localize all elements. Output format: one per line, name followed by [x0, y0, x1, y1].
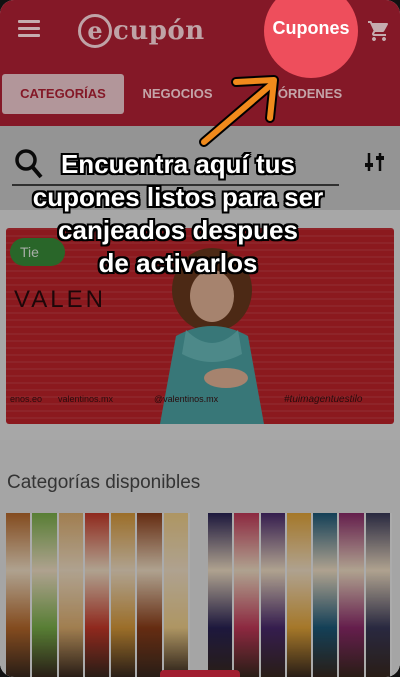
tutorial-arrow-icon	[199, 75, 279, 147]
tutorial-tooltip: Encuentra aquí tus cupones listos para s…	[0, 148, 356, 280]
category-strip	[365, 513, 392, 677]
banner-handle-1: enos.eo	[10, 394, 43, 404]
banner-handle-2: valentinos.mx	[58, 394, 114, 404]
category-strip	[286, 513, 314, 677]
category-strip	[32, 513, 59, 677]
category-strip	[208, 513, 235, 677]
banner-hashtag: #tuimagentuestilo	[284, 394, 363, 405]
app-logo: e cupón	[78, 12, 205, 50]
category-strip	[137, 513, 164, 677]
category-card-entertainment[interactable]	[208, 513, 392, 677]
category-strip	[339, 513, 366, 677]
logo-text: cupón	[113, 16, 205, 46]
bottom-handle[interactable]	[160, 670, 240, 677]
category-strip	[58, 513, 85, 677]
category-strip	[234, 513, 261, 677]
tooltip-line: canjeados despues	[58, 215, 298, 245]
banner-handle-3: @valentinos.mx	[154, 394, 219, 404]
category-strip	[163, 513, 190, 677]
tab-categorias[interactable]: CATEGORÍAS	[2, 74, 124, 114]
logo-letter: e	[78, 14, 112, 48]
category-strip	[313, 513, 340, 677]
filter-sliders-icon[interactable]	[364, 151, 386, 173]
category-card-food[interactable]	[6, 513, 190, 677]
tooltip-line: Encuentra aquí tus	[60, 149, 296, 179]
shopping-cart-icon[interactable]	[367, 19, 391, 43]
hamburger-menu-icon[interactable]	[18, 20, 40, 38]
highlight-label[interactable]: Cupones	[264, 18, 358, 39]
banner-brand: VALEN	[14, 286, 106, 313]
category-strip	[111, 513, 138, 677]
tooltip-line: de activarlos	[98, 248, 258, 278]
app-screen: e cupón CATEGORÍAS NEGOCIOS ÓRDENES Tie …	[0, 0, 400, 677]
category-strip	[260, 513, 287, 677]
categories-title: Categorías disponibles	[7, 472, 201, 493]
tooltip-line: cupones listos para ser	[32, 182, 324, 212]
category-strip	[84, 513, 112, 677]
category-strip	[6, 513, 33, 677]
